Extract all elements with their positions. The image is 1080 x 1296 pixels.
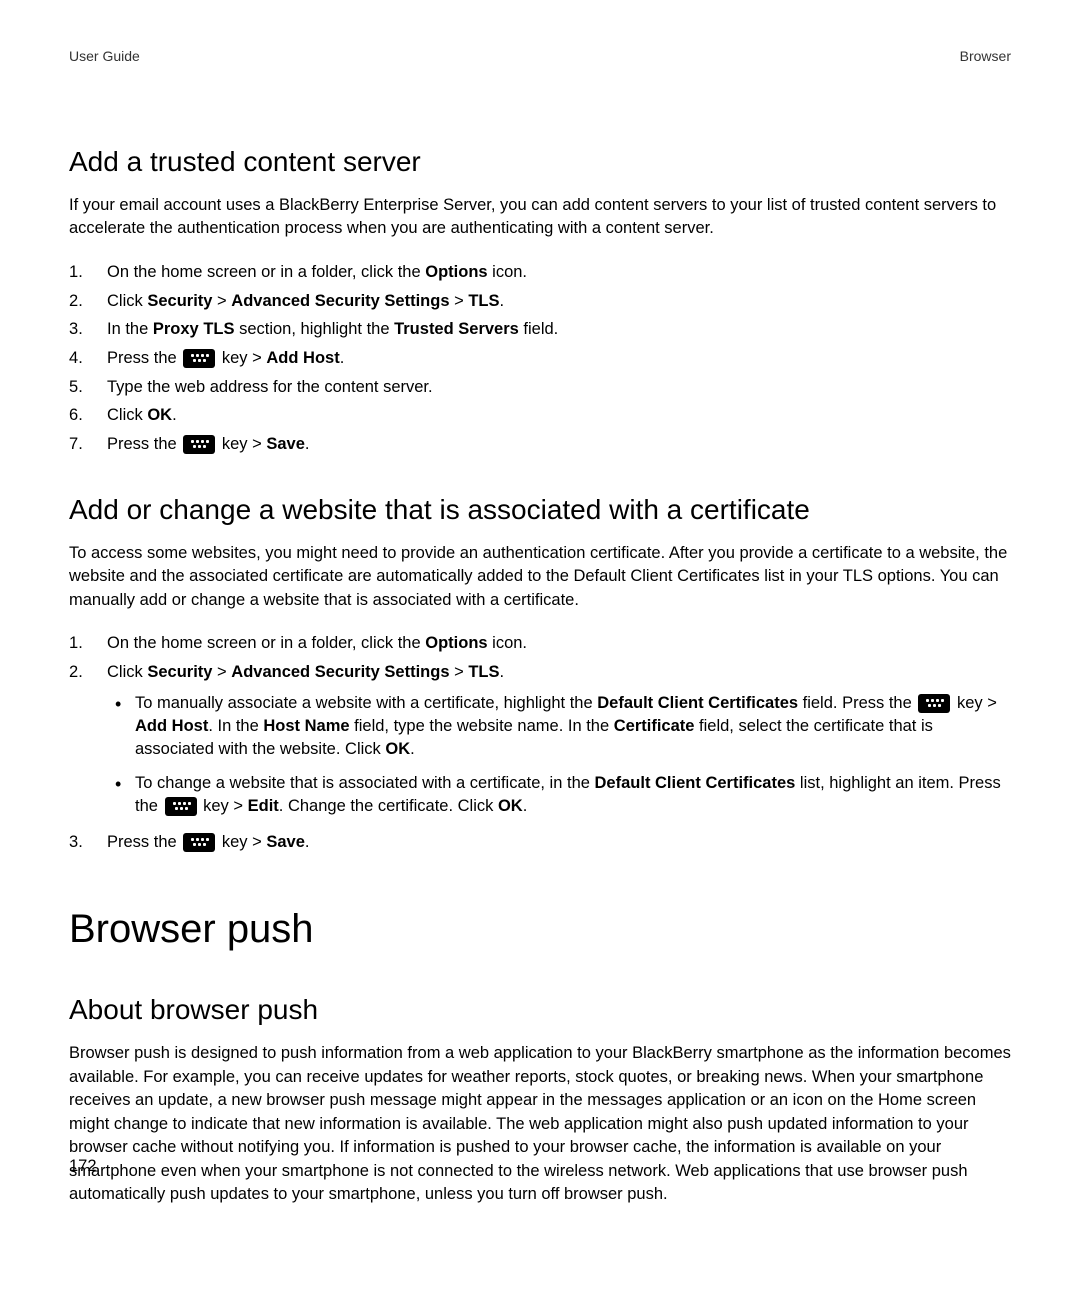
step-7: Press the key > Save. — [69, 431, 1011, 458]
bb-menu-key-icon — [183, 349, 215, 368]
bb-menu-key-icon — [918, 694, 950, 713]
bullets-certificate: To manually associate a website with a c… — [107, 692, 1011, 819]
header-left: User Guide — [69, 48, 140, 64]
steps-certificate: On the home screen or in a folder, click… — [69, 630, 1011, 855]
step-4: Press the key > Add Host. — [69, 345, 1011, 372]
steps-trusted-server: On the home screen or in a folder, click… — [69, 259, 1011, 458]
bullet-2: To change a website that is associated w… — [107, 772, 1011, 819]
bullet-1: To manually associate a website with a c… — [107, 692, 1011, 762]
step-2: Click Security > Advanced Security Setti… — [69, 659, 1011, 819]
step-5: Type the web address for the content ser… — [69, 374, 1011, 401]
paragraph-about-push: Browser push is designed to push informa… — [69, 1042, 1011, 1206]
bb-menu-key-icon — [183, 435, 215, 454]
step-1: On the home screen or in a folder, click… — [69, 630, 1011, 657]
section-title-trusted-server: Add a trusted content server — [69, 146, 1011, 178]
intro-trusted-server: If your email account uses a BlackBerry … — [69, 194, 1011, 241]
bb-menu-key-icon — [165, 797, 197, 816]
step-6: Click OK. — [69, 402, 1011, 429]
header-right: Browser — [960, 48, 1011, 64]
page-header: User Guide Browser — [69, 48, 1011, 64]
section-title-about-push: About browser push — [69, 994, 1011, 1026]
intro-certificate: To access some websites, you might need … — [69, 542, 1011, 612]
step-2: Click Security > Advanced Security Setti… — [69, 288, 1011, 315]
major-title-browser-push: Browser push — [69, 907, 1011, 952]
step-3: Press the key > Save. — [69, 829, 1011, 856]
section-title-certificate: Add or change a website that is associat… — [69, 494, 1011, 526]
bb-menu-key-icon — [183, 833, 215, 852]
step-3: In the Proxy TLS section, highlight the … — [69, 316, 1011, 343]
step-1: On the home screen or in a folder, click… — [69, 259, 1011, 286]
page-number: 172 — [69, 1157, 97, 1176]
